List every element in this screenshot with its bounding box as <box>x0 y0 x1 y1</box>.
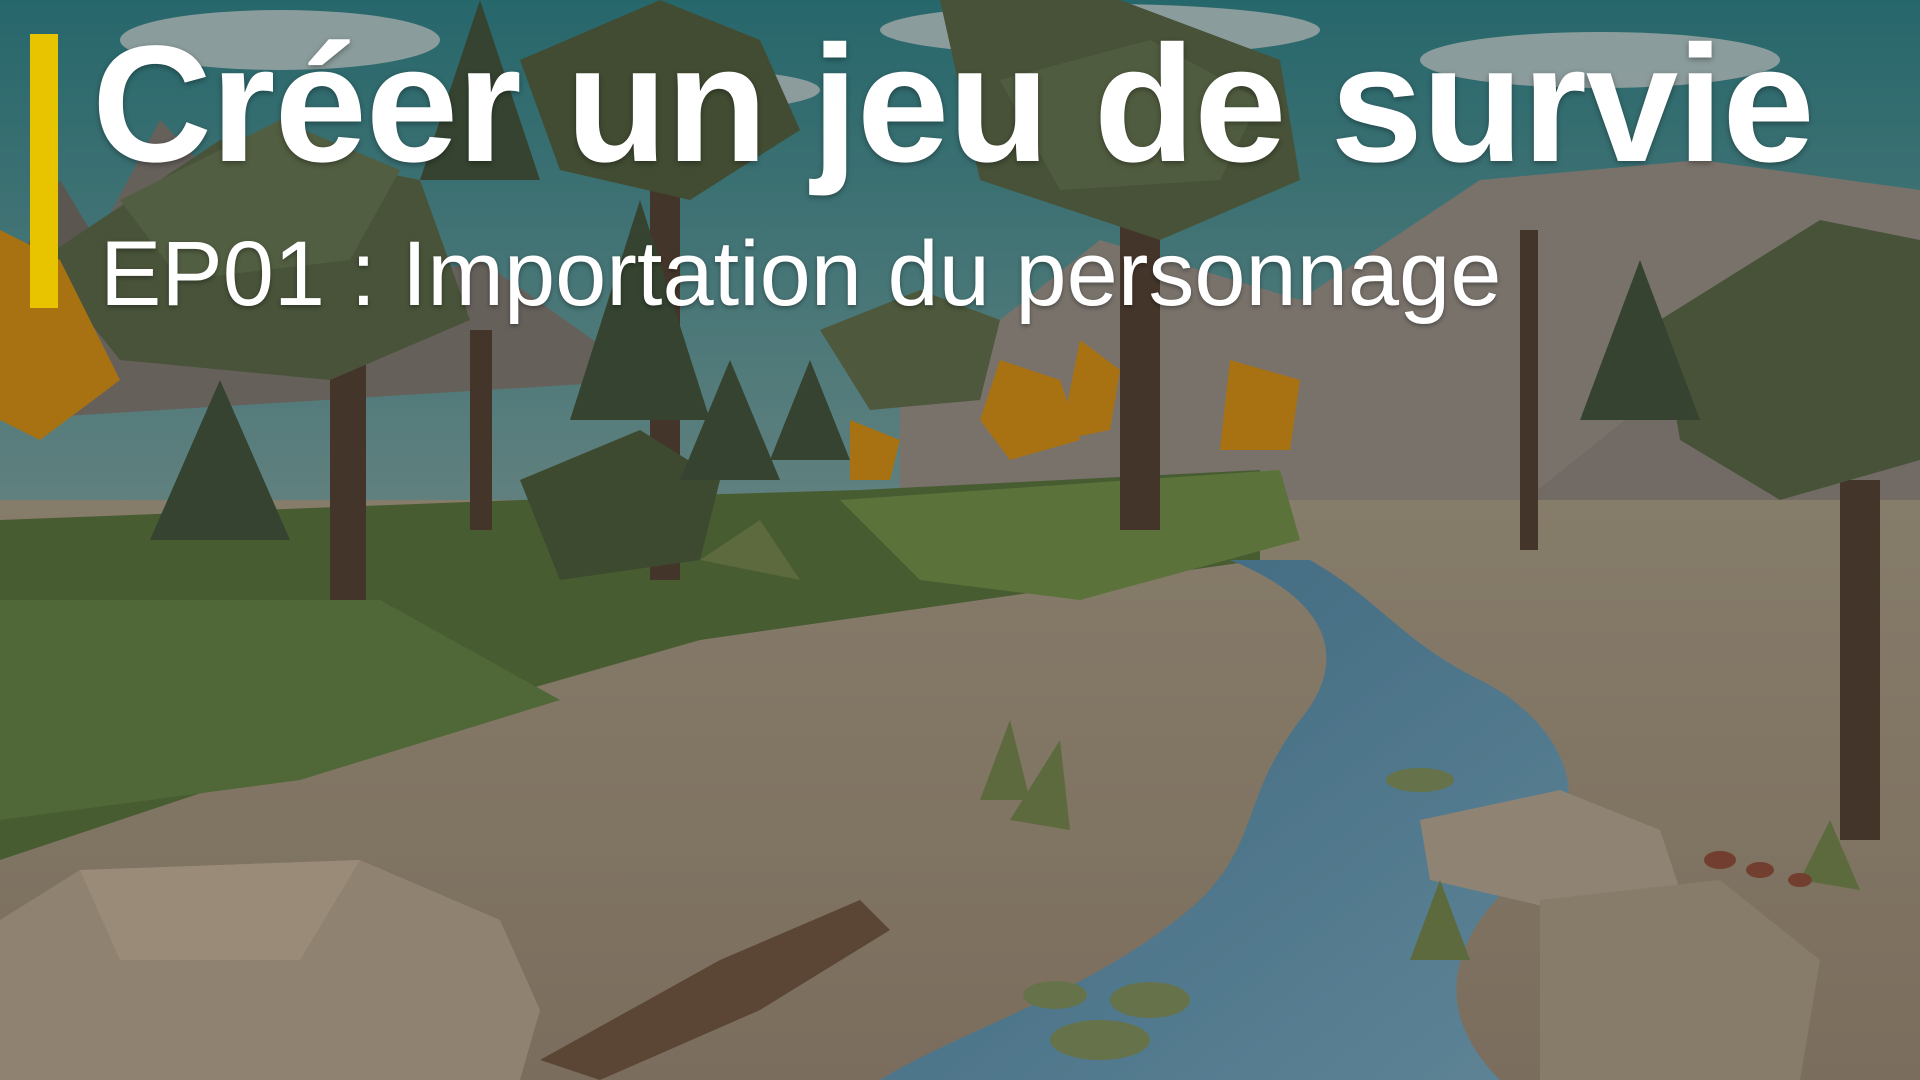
video-title: Créer un jeu de survie <box>92 12 1815 197</box>
accent-bar <box>30 34 58 308</box>
episode-subtitle: EP01 : Importation du personnage <box>100 223 1502 325</box>
thumbnail: Créer un jeu de survie EP01 : Importatio… <box>0 0 1920 1080</box>
